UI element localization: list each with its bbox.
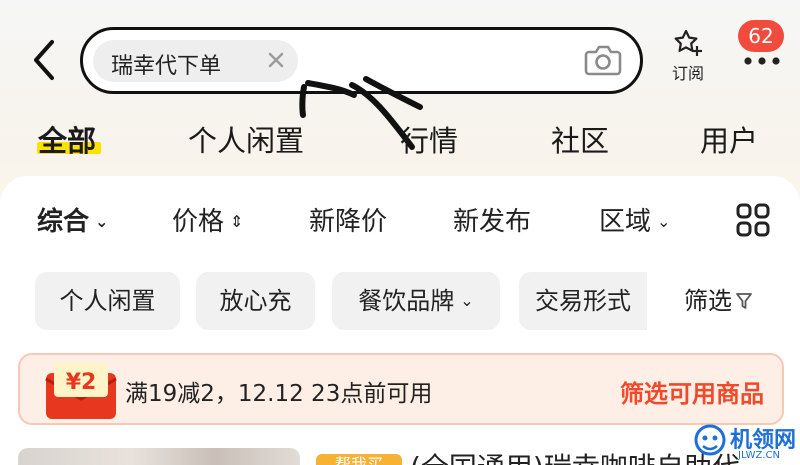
coupon-banner: ¥2 满19减2，12.12 23点前可用 筛选可用商品 [18,353,784,425]
sort-label: 新发布 [453,207,532,237]
more-menu-button[interactable]: 62 [738,20,784,75]
filter-label: 餐饮品牌 [358,287,455,315]
camera-icon[interactable] [583,42,623,78]
search-query-chip[interactable]: 瑞幸代下单 [93,40,298,82]
subscribe-label: 订阅 [671,64,704,83]
sort-price-drop[interactable]: 新降价 [309,201,387,238]
sort-region[interactable]: 区域 ⌄ [599,201,670,238]
tab-personal-idle[interactable]: 个人闲置 [188,118,304,160]
sort-updown-icon: ⇕ [230,212,244,231]
close-icon[interactable] [265,49,287,71]
search-bar[interactable]: 瑞幸代下单 [80,27,643,94]
star-plus-icon [674,29,702,56]
tab-all[interactable]: 全部 [38,118,96,160]
more-dots-icon [744,57,780,65]
filter-trade-type[interactable]: 交易形式 [519,272,647,330]
product-tag: 帮我买 [316,454,402,465]
grid-view-icon[interactable] [736,203,770,237]
filter-trusted-recharge[interactable]: 放心充 [196,272,315,330]
subscribe-button[interactable]: 订阅 [662,28,714,90]
search-query-text: 瑞幸代下单 [111,54,222,79]
sort-new-post[interactable]: 新发布 [453,201,531,238]
filter-personal-idle[interactable]: 个人闲置 [35,272,180,330]
tab-community[interactable]: 社区 [551,118,609,160]
chevron-down-icon: ⌄ [95,212,109,231]
category-tabs: 全部 个人闲置 行情 社区 用户 [0,112,800,160]
sort-label: 价格 [172,207,225,237]
filter-button[interactable]: 筛选 [684,272,753,330]
watermark: 机领网 JLWZ.CN [690,420,800,465]
coupon-badge: ¥2 [45,363,117,419]
sort-label: 区域 [599,207,652,237]
tab-market[interactable]: 行情 [400,118,458,160]
coupon-badge-text: ¥2 [66,370,97,395]
sort-label: 综合 [37,207,90,237]
sort-comprehensive[interactable]: 综合 ⌄ [37,201,108,238]
coupon-text: 满19减2，12.12 23点前可用 [125,381,433,407]
watermark-logo-icon [694,424,726,456]
filter-food-brand[interactable]: 餐饮品牌 ⌄ [332,272,500,330]
tab-users[interactable]: 用户 [700,118,758,160]
filter-usable-items-link[interactable]: 筛选可用商品 [620,374,764,409]
sort-price[interactable]: 价格 ⇕ [172,201,243,238]
filter-label: 筛选 [684,287,732,315]
sort-label: 新降价 [309,207,388,237]
back-button[interactable] [30,38,60,82]
chevron-down-icon: ⌄ [657,212,671,231]
chevron-down-icon: ⌄ [460,291,474,310]
message-count-badge: 62 [738,20,784,52]
product-image[interactable] [18,448,300,465]
funnel-icon [736,293,752,309]
watermark-subtext: JLWZ.CN [738,450,780,461]
chevron-left-icon [34,40,54,80]
